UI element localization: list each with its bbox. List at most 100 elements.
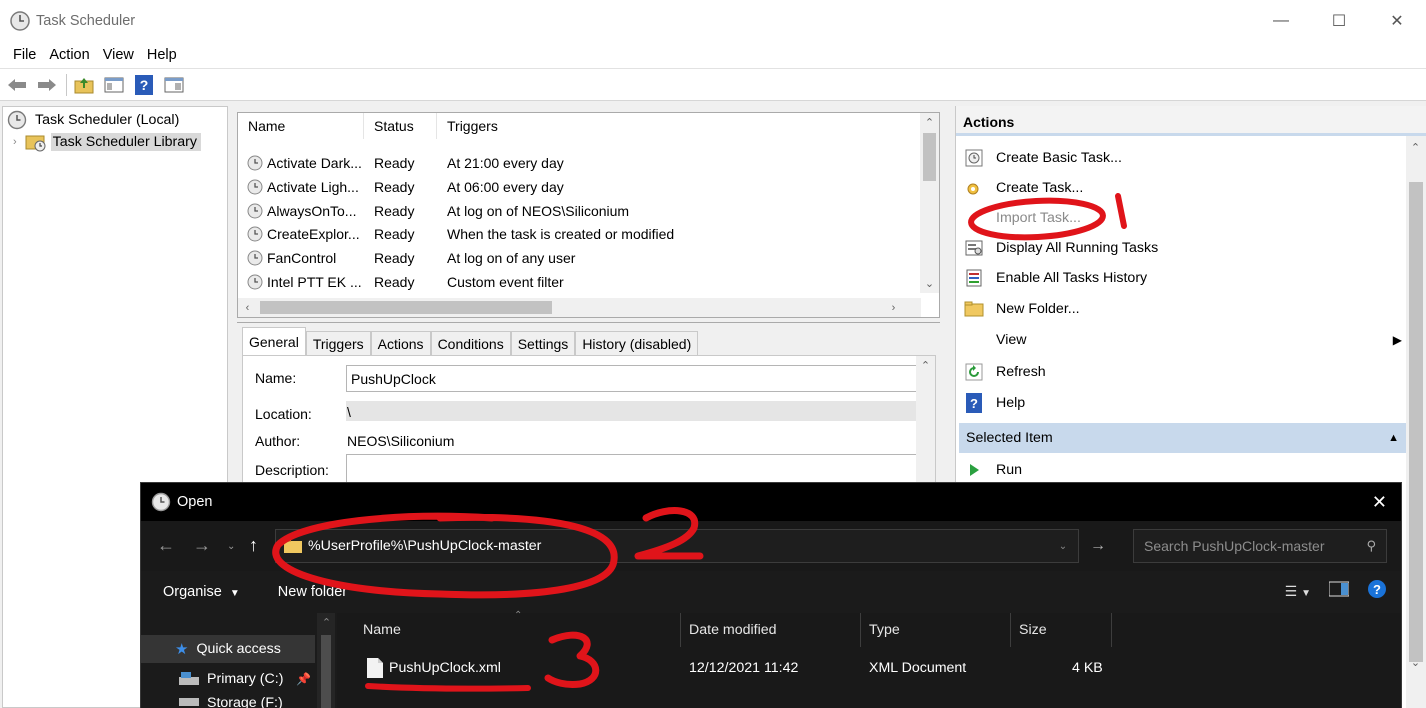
show-hide-tree-button[interactable] — [103, 74, 125, 96]
up-arrow-icon[interactable]: ↑ — [249, 535, 258, 556]
scroll-up-icon[interactable]: ⌃ — [920, 113, 939, 132]
scroll-up-icon[interactable]: ⌃ — [916, 356, 935, 375]
forward-arrow-icon[interactable]: → — [193, 535, 211, 556]
display-running-tasks-action[interactable]: Display All Running Tasks — [964, 235, 1400, 261]
create-task-action[interactable]: Create Task... — [964, 175, 1400, 201]
address-bar[interactable]: %UserProfile%\PushUpClock-master — [275, 529, 1079, 563]
tab-actions[interactable]: Actions — [370, 331, 431, 355]
run-action[interactable]: Run — [964, 457, 1400, 483]
task-list-vertical-scrollbar[interactable]: ⌃ ⌄ — [920, 113, 939, 293]
nav-primary-drive[interactable]: Primary (C:) 📌 — [141, 665, 315, 693]
scroll-thumb[interactable] — [1409, 182, 1423, 662]
column-name[interactable]: Name — [238, 113, 364, 139]
table-row[interactable]: Activate Ligh... Ready At 06:00 every day — [238, 175, 921, 199]
column-date-modified[interactable]: Date modified — [681, 613, 861, 647]
scroll-down-icon[interactable]: ⌄ — [1406, 653, 1425, 672]
scroll-thumb[interactable] — [321, 635, 331, 708]
preview-pane-icon[interactable] — [1328, 581, 1350, 601]
collapse-icon[interactable]: ▲ — [1388, 432, 1399, 444]
recent-locations-icon[interactable]: ⌄ — [227, 541, 235, 552]
scroll-up-icon[interactable]: ⌃ — [1406, 138, 1425, 157]
new-folder-action[interactable]: New Folder... — [964, 296, 1400, 322]
minimize-button[interactable]: — — [1252, 0, 1310, 42]
nav-label: Storage (F:) — [207, 695, 283, 708]
nav-quick-access[interactable]: ★ Quick access — [141, 635, 315, 663]
tab-triggers[interactable]: Triggers — [305, 331, 371, 355]
action-label: View — [996, 332, 1027, 348]
table-row[interactable]: CreateExplor... Ready When the task is cre… — [238, 222, 921, 246]
scroll-right-icon[interactable]: › — [884, 298, 903, 317]
show-hide-action-pane-button[interactable] — [163, 74, 185, 96]
nav-storage-drive[interactable]: Storage (F:) — [141, 693, 315, 708]
column-type[interactable]: Type — [861, 613, 1011, 647]
title-bar: Task Scheduler — ☐ ✕ — [0, 0, 1426, 42]
table-row[interactable]: FanControl Ready At log on of any user — [238, 246, 921, 270]
menu-action[interactable]: Action — [45, 47, 98, 63]
view-action[interactable]: View ▶ — [964, 327, 1402, 353]
menu-view[interactable]: View — [99, 47, 143, 63]
actions-vertical-scrollbar[interactable]: ⌃ ⌄ — [1406, 136, 1426, 708]
window-title: Task Scheduler — [36, 13, 136, 29]
help-action[interactable]: ? Help — [964, 390, 1400, 416]
author-label: Author: — [255, 433, 301, 449]
table-row[interactable]: AlwaysOnTo... Ready At log on of NEOS\Sili… — [238, 199, 921, 223]
selected-item-header[interactable]: Selected Item ▲ — [959, 423, 1407, 453]
nav-pane-scrollbar[interactable]: ⌃ — [317, 613, 335, 708]
tree-item-library[interactable]: › Task Scheduler Library — [3, 131, 227, 153]
file-row[interactable]: PushUpClock.xml 12/12/2021 11:42 XML Doc… — [337, 651, 1401, 685]
folder-icon — [284, 539, 302, 553]
go-arrow-icon[interactable]: → — [1083, 529, 1113, 563]
column-triggers[interactable]: Triggers — [437, 113, 921, 139]
pin-icon[interactable]: 📌 — [296, 672, 311, 686]
chevron-right-icon[interactable]: › — [13, 136, 17, 148]
back-arrow-icon[interactable]: ← — [157, 535, 175, 556]
refresh-action[interactable]: Refresh — [964, 359, 1400, 385]
task-list-horizontal-scrollbar[interactable]: ‹ › — [238, 298, 921, 317]
menu-file[interactable]: File — [0, 47, 45, 63]
create-basic-task-action[interactable]: Create Basic Task... — [964, 145, 1400, 171]
file-type: XML Document — [869, 660, 967, 676]
scroll-thumb[interactable] — [260, 301, 552, 314]
maximize-button[interactable]: ☐ — [1310, 0, 1368, 42]
enable-history-action[interactable]: Enable All Tasks History — [964, 265, 1400, 291]
forward-button[interactable] — [36, 74, 58, 96]
table-row[interactable]: Activate Dark... Ready At 21:00 every day — [238, 151, 921, 175]
view-options-icon[interactable]: ☰ ▼ — [1285, 583, 1311, 600]
name-field[interactable]: PushUpClock — [346, 365, 918, 392]
up-folder-button[interactable] — [73, 74, 95, 96]
scroll-thumb[interactable] — [923, 133, 936, 181]
toolbar-separator — [66, 73, 67, 96]
tab-settings[interactable]: Settings — [510, 331, 576, 355]
address-dropdown-icon[interactable]: ⌄ — [1047, 529, 1079, 563]
import-task-action[interactable]: Import Task... — [964, 205, 1400, 231]
dialog-navigation-pane: ★ Quick access Primary (C:) 📌 Storage (F… — [141, 613, 337, 708]
scroll-up-icon[interactable]: ⌃ — [317, 613, 336, 632]
tree-item-root[interactable]: Task Scheduler (Local) — [3, 109, 227, 131]
tab-history[interactable]: History (disabled) — [575, 331, 699, 355]
action-label: Enable All Tasks History — [996, 270, 1148, 286]
svg-text:?: ? — [970, 396, 978, 411]
column-status[interactable]: Status — [364, 113, 437, 139]
file-size: 4 KB — [1072, 660, 1103, 676]
search-input[interactable]: Search PushUpClock-master ⚲ — [1133, 529, 1387, 563]
action-label: Import Task... — [996, 210, 1081, 226]
table-row[interactable]: Intel PTT EK ... Ready Custom event filter — [238, 270, 921, 294]
task-name-cell: Intel PTT EK ... — [238, 274, 364, 290]
scroll-down-icon[interactable]: ⌄ — [920, 274, 939, 293]
dialog-close-button[interactable]: ✕ — [1372, 492, 1387, 513]
help-toolbar-button[interactable]: ? — [133, 74, 155, 96]
column-size[interactable]: Size — [1011, 613, 1112, 647]
organise-button[interactable]: Organise ▼ — [163, 584, 240, 600]
task-name: Activate Ligh... — [267, 178, 359, 195]
close-button[interactable]: ✕ — [1368, 0, 1426, 42]
help-icon[interactable]: ? — [1367, 579, 1387, 603]
tab-conditions[interactable]: Conditions — [430, 331, 511, 355]
back-button[interactable] — [6, 74, 28, 96]
task-trigger: At log on of any user — [447, 250, 576, 267]
new-folder-button[interactable]: New folder — [278, 584, 347, 600]
tab-general[interactable]: General — [242, 327, 306, 355]
scroll-left-icon[interactable]: ‹ — [238, 298, 257, 317]
menu-help[interactable]: Help — [143, 47, 186, 63]
task-clock-icon — [247, 250, 263, 266]
task-clock-icon — [247, 203, 263, 219]
